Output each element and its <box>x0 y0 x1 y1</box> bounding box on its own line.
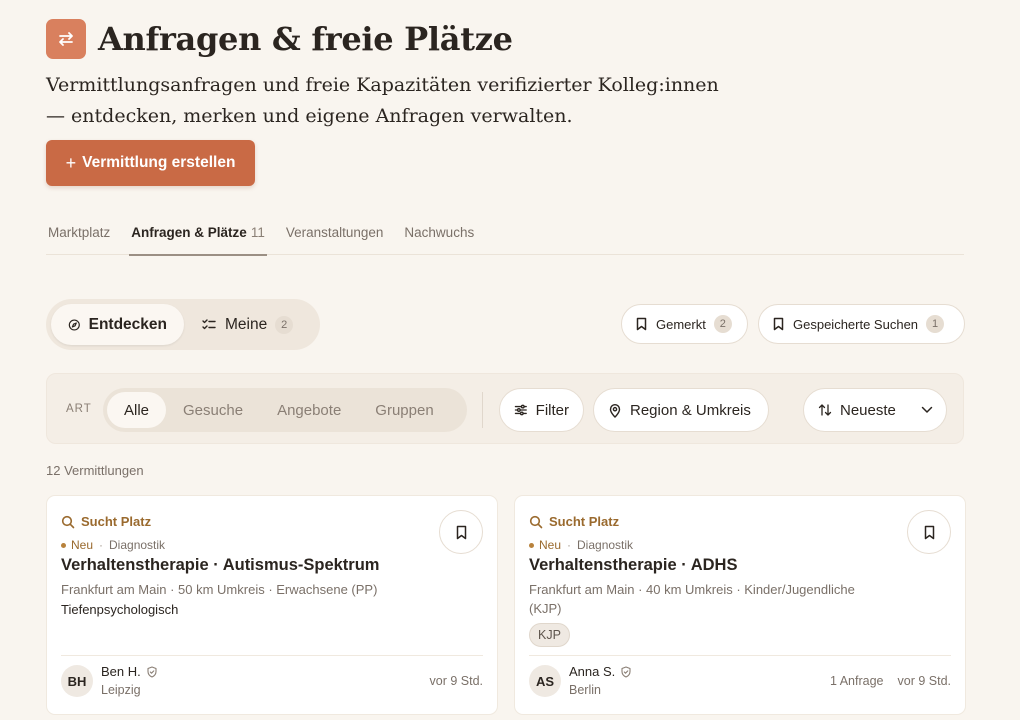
search-icon <box>61 515 75 528</box>
card-title: Verhaltenstherapie · ADHS <box>529 556 738 574</box>
author-name: Anna S. <box>569 664 616 679</box>
mine-label: Meine <box>225 315 268 333</box>
card-location: Frankfurt am Main · 50 km Umkreis · Erwa… <box>61 582 378 597</box>
view-switch: Entdecken Meine 2 <box>46 299 320 350</box>
bookmark-button[interactable] <box>907 510 951 554</box>
filter-label: Filter <box>535 401 569 419</box>
avatar: BH <box>61 665 93 697</box>
result-count: 12 Vermittlungen <box>46 463 144 478</box>
bookmark-check-icon <box>773 317 784 331</box>
card-title: Verhaltenstherapie · Autismus-Spektrum <box>61 556 380 574</box>
mine-button[interactable]: Meine 2 <box>184 304 310 345</box>
create-vermittlung-button[interactable]: + Vermittlung erstellen <box>46 140 255 186</box>
bookmark-icon <box>456 525 466 539</box>
section-tabs: Marktplatz Anfragen & Plätze 11 Veranstal… <box>46 212 964 256</box>
author-city: Berlin <box>569 683 601 697</box>
tab-label: Nachwuchs <box>404 225 475 240</box>
checklist-icon <box>202 318 216 329</box>
sort-label: Neueste <box>840 401 896 419</box>
card-location: Frankfurt am Main · 40 km Umkreis · Kind… <box>529 582 855 616</box>
region-button[interactable]: Region & Umkreis <box>593 388 769 432</box>
new-label: Neu <box>71 538 94 552</box>
plus-icon: + <box>65 152 77 173</box>
avatar: AS <box>529 665 561 697</box>
type-option-gesuche[interactable]: Gesuche <box>166 392 260 428</box>
filter-bar: ART Alle Gesuche Angebote Gruppen Filter… <box>46 373 964 444</box>
region-label: Region & Umkreis <box>630 401 751 419</box>
bookmarked-label: Gemerkt <box>656 316 706 332</box>
tab-veranstaltungen[interactable]: Veranstaltungen <box>284 212 386 255</box>
bookmark-icon <box>924 525 934 539</box>
filter-divider <box>482 392 483 428</box>
card-category: Diagnostik <box>577 538 634 552</box>
card-divider <box>529 655 951 656</box>
meta-separator: · <box>99 538 104 552</box>
create-vermittlung-label: Vermittlung erstellen <box>82 154 236 171</box>
bookmarked-count-badge: 2 <box>713 315 732 333</box>
discover-button[interactable]: Entdecken <box>51 304 184 345</box>
card-requests: 1 Anfrage <box>829 674 884 688</box>
page-subtitle: Vermittlungsanfragen und freie Kapazität… <box>46 74 719 127</box>
sort-arrows-icon <box>818 404 832 416</box>
verified-badge-icon <box>621 665 631 678</box>
type-option-gruppen[interactable]: Gruppen <box>358 392 450 428</box>
card-footer-info: vor 9 Std. <box>430 674 484 688</box>
vermittlung-card[interactable]: Sucht Platz Neu · Diagnostik Verhaltenst… <box>514 495 966 715</box>
author-city: Leipzig <box>101 683 141 697</box>
card-type: Sucht Platz <box>529 514 619 529</box>
card-time: vor 9 Std. <box>897 674 952 688</box>
type-option-alle[interactable]: Alle <box>107 392 167 428</box>
card-type: Sucht Platz <box>61 514 151 529</box>
bookmark-button[interactable] <box>439 510 483 554</box>
saved-searches-button[interactable]: Gespeicherte Suchen 1 <box>758 304 965 344</box>
card-category: Diagnostik <box>109 538 166 552</box>
verified-badge-icon <box>147 665 157 678</box>
author-name-row: Ben H. <box>101 664 158 679</box>
chevron-down-icon <box>921 406 933 413</box>
tab-count: 11 <box>250 225 265 240</box>
page-title: Anfragen & freie Plätze <box>98 20 513 58</box>
new-label: Neu <box>539 538 562 552</box>
type-option-angebote[interactable]: Angebote <box>260 392 358 428</box>
bookmarked-button[interactable]: Gemerkt 2 <box>621 304 748 344</box>
author-name: Ben H. <box>101 664 141 679</box>
tab-label: Veranstaltungen <box>285 225 384 240</box>
card-meta: Neu · Diagnostik <box>529 538 633 552</box>
card-type-label: Sucht Platz <box>549 514 620 529</box>
tab-label: Anfragen & Plätze <box>131 225 247 240</box>
mine-count-badge: 2 <box>275 315 294 334</box>
card-type-label: Sucht Platz <box>81 514 152 529</box>
age-group-tag: KJP <box>529 623 570 647</box>
map-pin-icon <box>609 403 621 418</box>
meta-separator: · <box>567 538 572 552</box>
sliders-icon <box>514 404 527 416</box>
card-meta: Neu · Diagnostik <box>61 538 165 552</box>
saved-searches-label: Gespeicherte Suchen <box>793 316 919 332</box>
art-label: ART <box>66 403 92 415</box>
discover-label: Entdecken <box>88 315 167 333</box>
page-header: Anfragen & freie Plätze <box>46 19 513 59</box>
saved-searches-count-badge: 1 <box>926 315 945 333</box>
swap-arrows-icon <box>46 19 86 59</box>
card-divider <box>61 655 483 656</box>
vermittlung-card[interactable]: Sucht Platz Neu · Diagnostik Verhaltenst… <box>46 495 498 715</box>
card-time: vor 9 Std. <box>429 674 484 688</box>
new-dot <box>529 542 534 548</box>
card-method: Tiefenpsychologisch <box>61 602 179 617</box>
card-footer-info: 1 Anfrage vor 9 Std. <box>830 674 951 688</box>
tab-anfragen-plaetze[interactable]: Anfragen & Plätze 11 <box>129 212 267 256</box>
compass-icon <box>68 318 80 331</box>
filter-button[interactable]: Filter <box>499 388 584 432</box>
tab-nachwuchs[interactable]: Nachwuchs <box>402 212 476 255</box>
tab-label: Marktplatz <box>48 225 111 240</box>
sort-select[interactable]: Neueste <box>803 388 947 432</box>
tab-marktplatz[interactable]: Marktplatz <box>46 212 112 255</box>
type-filter: Alle Gesuche Angebote Gruppen <box>103 388 467 432</box>
author-name-row: Anna S. <box>569 664 632 679</box>
new-dot <box>61 542 66 548</box>
bookmark-icon <box>636 317 647 331</box>
search-icon <box>529 515 543 528</box>
